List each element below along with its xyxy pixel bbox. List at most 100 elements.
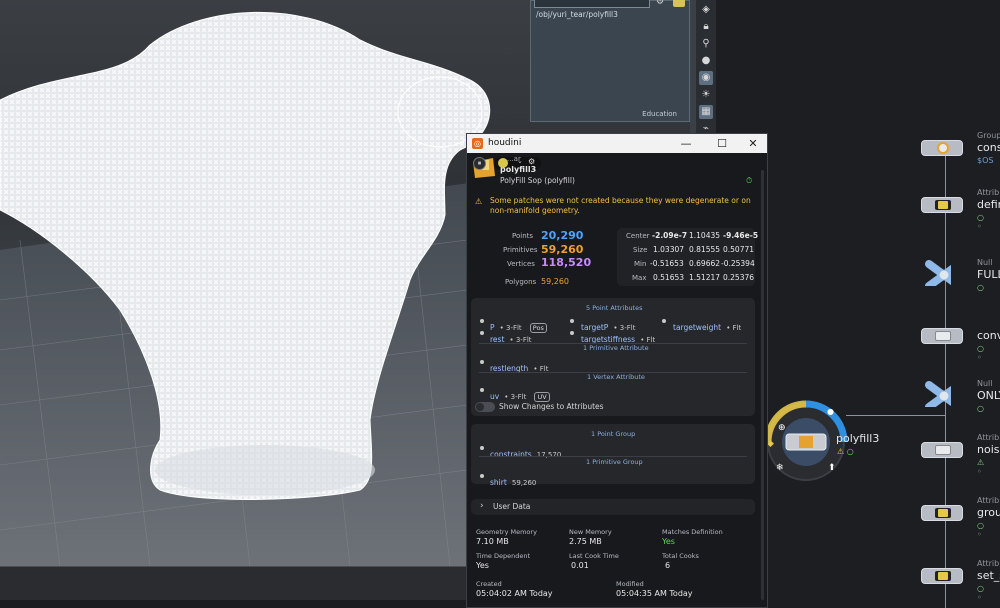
node-body[interactable] <box>921 442 963 458</box>
attr-dot <box>662 319 666 323</box>
modified-value: 05:04:35 AM Today <box>616 589 693 598</box>
bulb-icon[interactable]: ☀ <box>699 88 713 102</box>
new-memory-label: New Memory <box>569 528 612 536</box>
user-data-label: User Data <box>493 502 531 511</box>
group-count: 17,570 <box>536 451 562 459</box>
selected-node-name[interactable]: polyfill3 <box>836 432 879 445</box>
size-label: Size <box>633 246 648 254</box>
max-z: 0.25376 <box>723 273 755 282</box>
node-name: const <box>977 141 1000 154</box>
null-node-icon[interactable] <box>925 260 951 286</box>
node-type: Attrib <box>977 433 1000 442</box>
divider <box>479 456 747 457</box>
parameter-pane: constraints ⚙ /obj/yuri_tear/polyfill3 E… <box>530 0 690 122</box>
node-flags: ○ ◦ <box>977 213 987 231</box>
max-label: Max <box>632 274 647 282</box>
attr-dot <box>480 360 484 364</box>
attr-dot <box>480 319 484 323</box>
center-y: 1.10435 <box>689 231 721 240</box>
node-info-window[interactable]: ◎ houdini — ☐ ✕ ⏸ ⌄ ⚙ ...ar polyfill3 Po… <box>466 133 768 608</box>
size-y: 0.81555 <box>689 245 721 254</box>
group-dot <box>480 474 484 478</box>
node-body[interactable] <box>921 505 963 521</box>
svg-text:❄: ❄ <box>776 463 784 473</box>
window-titlebar[interactable]: ◎ houdini — ☐ ✕ <box>467 134 767 153</box>
node-body[interactable] <box>921 328 963 344</box>
attribute-item[interactable]: targetweight • Flt <box>673 315 741 334</box>
node-flags: ○ <box>977 404 987 413</box>
created-value: 05:04:02 AM Today <box>476 589 553 598</box>
cook-status-icon: ⏱ <box>746 176 753 185</box>
bounding-box-table: Center -2.09e-7 1.10435 -9.46e-5 Size 1.… <box>617 228 758 286</box>
primitive-attributes-header: 1 Primitive Attribute <box>583 344 649 352</box>
attr-dot <box>570 319 574 323</box>
chevron-right-icon: › <box>480 501 484 511</box>
max-x: 0.51653 <box>653 273 685 282</box>
null-node-icon[interactable] <box>925 381 951 407</box>
close-button[interactable]: ✕ <box>740 136 766 151</box>
primitives-label: Primitives <box>503 246 538 254</box>
user-data-section[interactable]: › User Data <box>471 499 755 515</box>
node-body[interactable] <box>921 140 963 156</box>
sphere-icon[interactable]: ● <box>699 54 713 68</box>
attr-pill: Pos <box>529 323 547 333</box>
node-type-label: PolyFill Sop (polyfill) <box>500 176 575 185</box>
node-name: noise <box>977 443 1000 456</box>
node-type: Null <box>977 379 993 388</box>
primitive-group-header: 1 Primitive Group <box>586 458 643 466</box>
node-name: group <box>977 506 1000 519</box>
attribute-item[interactable]: uv • 3-Flt UV <box>490 384 550 403</box>
geometry-memory-label: Geometry Memory <box>476 528 537 536</box>
node-body[interactable] <box>921 197 963 213</box>
group-name: constraints <box>490 450 532 459</box>
parameter-tag-icon[interactable] <box>673 0 685 7</box>
group-name: shirt <box>490 478 507 487</box>
center-label: Center <box>626 232 650 240</box>
pause-button[interactable]: ⏸ <box>473 157 486 170</box>
minimize-button[interactable]: — <box>673 136 699 151</box>
max-y: 1.51217 <box>689 273 721 282</box>
attr-type: 3-Flt <box>510 393 527 401</box>
total-cooks-label: Total Cooks <box>662 552 699 560</box>
camera-icon[interactable]: ◈ <box>699 3 713 17</box>
matches-definition-value: Yes <box>662 537 675 546</box>
info-scrollbar[interactable] <box>761 170 764 600</box>
attr-dot <box>480 331 484 335</box>
warning-icon: ⚠ <box>475 197 483 206</box>
primitives-value: 59,260 <box>541 243 584 256</box>
ghost-icon[interactable]: ⚲ <box>699 37 713 51</box>
attr-type: Flt <box>732 324 742 332</box>
attr-name: targetweight <box>673 323 722 332</box>
node-body[interactable] <box>921 568 963 584</box>
gear-icon[interactable]: ⚙ <box>656 0 666 7</box>
maximize-button[interactable]: ☐ <box>709 136 735 151</box>
new-memory-value: 2.75 MB <box>569 537 602 546</box>
node-type: Attrib <box>977 188 1000 197</box>
point-group-header: 1 Point Group <box>591 430 636 438</box>
show-changes-toggle[interactable] <box>475 402 495 412</box>
polygons-label: Polygons <box>505 278 537 286</box>
node-name: FULL_ <box>977 268 1000 281</box>
node-flags: ○ <box>977 283 987 292</box>
vertices-label: Vertices <box>507 260 535 268</box>
window-title: houdini <box>488 138 522 148</box>
node-expression: $OS <box>977 156 994 165</box>
group-item[interactable]: shirt 59,260 <box>490 470 536 489</box>
node-name: ONLY_ <box>977 389 1000 402</box>
node-type: Attrib <box>977 496 1000 505</box>
time-dependent-value: Yes <box>476 561 489 570</box>
show-changes-label: Show Changes to Attributes <box>499 402 604 411</box>
polygons-value: 59,260 <box>541 277 569 286</box>
group-field[interactable]: constraints <box>534 0 650 8</box>
lock-icon[interactable]: 🔒︎ <box>699 20 713 34</box>
light-icon[interactable]: ◉ <box>699 71 713 85</box>
size-x: 1.03307 <box>653 245 685 254</box>
groups-panel: 1 Point Group constraints 17,570 1 Primi… <box>471 424 755 487</box>
vertex-attributes-header: 1 Vertex Attribute <box>587 373 645 381</box>
attr-pill: UV <box>534 392 550 402</box>
node-flags: ⚠ ◦ <box>977 458 988 476</box>
group-item[interactable]: constraints 17,570 <box>490 442 561 461</box>
viewport-toolbar: ◈ 🔒︎ ⚲ ● ◉ ☀ ▦ ⌁ <box>696 0 716 140</box>
node-type: Attrib <box>977 559 1000 568</box>
grid-icon[interactable]: ▦ <box>699 105 713 119</box>
